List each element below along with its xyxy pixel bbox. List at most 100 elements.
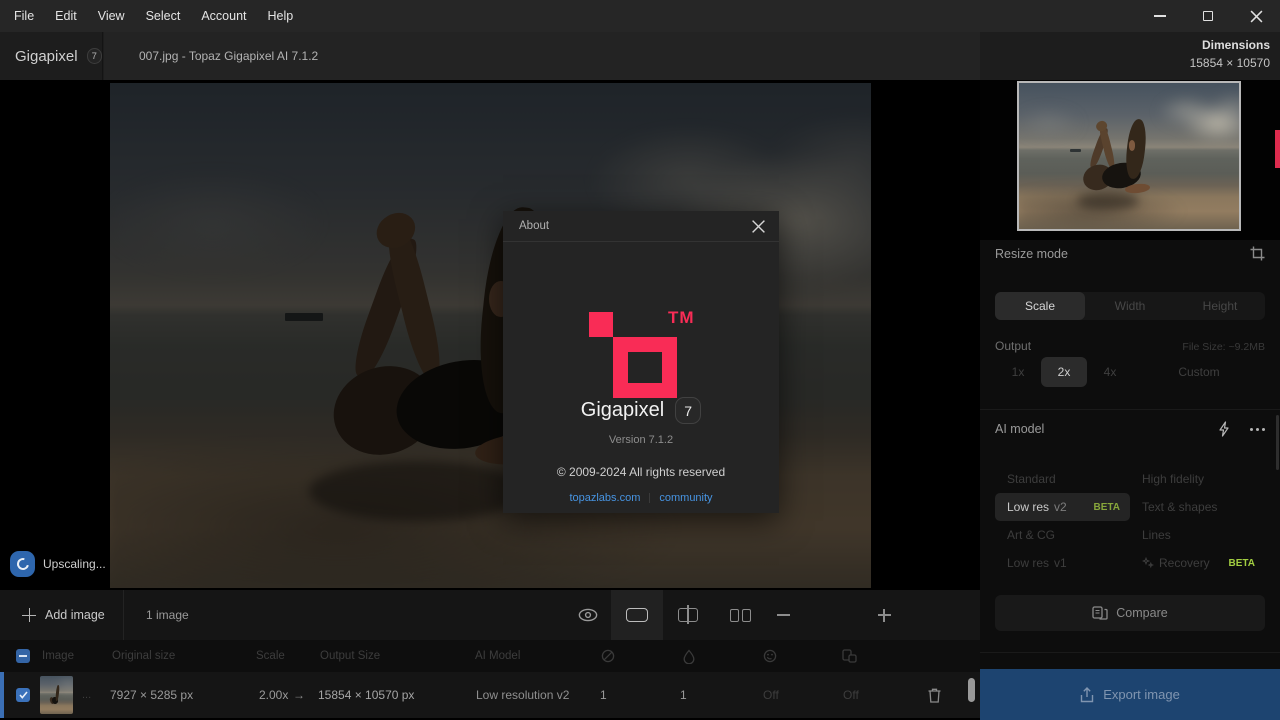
gigapixel-logo: TM <box>503 242 779 402</box>
footer-divider <box>123 590 124 640</box>
document-tab[interactable]: 007.jpg - Topaz Gigapixel AI 7.1.2 <box>104 32 980 80</box>
version-label: Version 7.1.2 <box>503 434 779 446</box>
export-image-button[interactable]: Export image <box>980 669 1280 720</box>
crop-icon[interactable] <box>1250 246 1265 261</box>
ai-model-header: AI model <box>995 421 1265 437</box>
col-original-size: Original size <box>112 640 175 672</box>
menu-account[interactable]: Account <box>199 7 248 25</box>
window-close-icon[interactable] <box>1232 0 1280 32</box>
community-link[interactable]: community <box>659 492 712 504</box>
trash-icon[interactable] <box>927 672 942 718</box>
dialog-links: topazlabs.com community <box>503 492 779 504</box>
scale-2x-button[interactable]: 2x <box>1041 357 1087 387</box>
col-output-size: Output Size <box>320 640 380 672</box>
resize-mode-tabs: Scale Width Height <box>995 292 1265 320</box>
right-sidebar: Resize mode Scale Width Height Output Fi… <box>980 80 1280 720</box>
close-icon[interactable] <box>750 218 766 234</box>
navigator-thumbnail[interactable] <box>1017 81 1241 231</box>
title-bar: Gigapixel 7 007.jpg - Topaz Gigapixel AI… <box>0 32 1280 80</box>
footer-toolbar: Add image 1 image 5% <box>0 590 980 640</box>
row-output-size: 15854 × 10570 px <box>318 672 414 718</box>
sidebar-scrollbar-thumb[interactable] <box>1276 415 1279 470</box>
compare-icon <box>1092 606 1108 620</box>
add-image-button[interactable]: Add image <box>22 590 105 640</box>
window-minimize-icon[interactable] <box>1136 0 1184 32</box>
row-denoise-value: 1 <box>680 672 687 718</box>
export-image-label: Export image <box>1103 687 1180 702</box>
select-all-checkbox[interactable] <box>16 649 30 663</box>
face-recovery-icon <box>763 640 777 672</box>
canvas-workspace: Upscaling... <box>0 80 980 590</box>
image-table-header: Image Original size Scale Output Size AI… <box>0 640 980 672</box>
recovery-sparkle-icon <box>1142 557 1154 569</box>
scale-arrow: → <box>293 672 305 718</box>
menu-help[interactable]: Help <box>266 7 296 25</box>
scale-buttons: 1x 2x 4x Custom <box>995 357 1265 387</box>
link-divider <box>649 493 650 503</box>
model-high-fidelity[interactable]: High fidelity <box>1130 465 1265 493</box>
menu-edit[interactable]: Edit <box>53 7 79 25</box>
zoom-in-button[interactable] <box>877 590 891 640</box>
window-controls <box>1136 0 1280 32</box>
scale-custom-button[interactable]: Custom <box>1133 357 1265 387</box>
menu-file[interactable]: File <box>12 7 36 25</box>
side-by-side-icon <box>730 609 751 622</box>
trademark-label: TM <box>668 308 695 328</box>
beta-badge: BETA <box>1094 502 1120 513</box>
about-dialog-title: About <box>519 220 750 232</box>
model-low-res-v2[interactable]: Low resv2 BETA <box>995 493 1130 521</box>
single-view-button[interactable] <box>611 590 663 640</box>
zoom-out-button[interactable] <box>776 590 790 640</box>
row-checkbox[interactable] <box>16 688 30 702</box>
tab-width[interactable]: Width <box>1085 292 1175 320</box>
menu-select[interactable]: Select <box>144 7 183 25</box>
model-art-cg[interactable]: Art & CG <box>995 521 1130 549</box>
table-scrollbar-thumb[interactable] <box>968 678 975 702</box>
about-dialog: About TM Gigapixel 7 Version 7.1.2 © 200… <box>503 211 779 513</box>
resize-mode-title: Resize mode <box>995 247 1250 261</box>
lightning-icon[interactable] <box>1218 421 1230 437</box>
row-thumbnail <box>40 676 73 714</box>
row-scale: 2.00x <box>259 672 288 718</box>
row-ellipsis: ... <box>82 672 91 718</box>
split-view-icon <box>678 608 698 622</box>
model-recovery[interactable]: Recovery BETA <box>1130 549 1265 577</box>
menu-bar: File Edit View Select Account Help <box>0 0 1280 32</box>
model-text-shapes[interactable]: Text & shapes <box>1130 493 1265 521</box>
more-options-icon[interactable] <box>1250 428 1265 431</box>
topazlabs-link[interactable]: topazlabs.com <box>569 492 640 504</box>
dimensions-panel: Dimensions 15854 × 10570 <box>1190 38 1270 70</box>
scroll-accent-indicator <box>1275 130 1280 168</box>
app-version-badge: 7 <box>87 48 102 64</box>
compare-button[interactable]: Compare <box>995 595 1265 631</box>
gamma-compression-icon <box>842 640 857 672</box>
dimensions-value: 15854 × 10570 <box>1190 56 1270 70</box>
row-original-size: 7927 × 5285 px <box>110 672 193 718</box>
upscaling-status: Upscaling... <box>10 551 106 577</box>
file-size-label: File Size: ~9.2MB <box>1182 341 1265 353</box>
scale-4x-button[interactable]: 4x <box>1087 357 1133 387</box>
ai-model-title: AI model <box>995 422 1218 436</box>
about-dialog-header: About <box>503 211 779 242</box>
col-scale: Scale <box>256 640 285 672</box>
col-image: Image <box>42 640 74 672</box>
preview-eye-button[interactable] <box>577 590 599 640</box>
scale-1x-button[interactable]: 1x <box>995 357 1041 387</box>
tab-scale[interactable]: Scale <box>995 292 1085 320</box>
plus-icon <box>878 609 891 622</box>
model-standard[interactable]: Standard <box>995 465 1130 493</box>
menu-view[interactable]: View <box>96 7 127 25</box>
section-divider <box>980 652 1280 653</box>
progress-chip <box>10 551 35 577</box>
minus-icon <box>777 614 790 616</box>
window-maximize-icon[interactable] <box>1184 0 1232 32</box>
model-low-res-v1[interactable]: Low resv1 <box>995 549 1130 577</box>
upscaling-label: Upscaling... <box>43 557 106 571</box>
image-table-row[interactable]: ... 7927 × 5285 px 2.00x → 15854 × 10570… <box>0 672 980 718</box>
row-selected-indicator <box>0 672 4 718</box>
tab-height[interactable]: Height <box>1175 292 1265 320</box>
row-gamma-value: Off <box>843 672 859 718</box>
model-lines[interactable]: Lines <box>1130 521 1265 549</box>
split-view-button[interactable] <box>677 590 699 640</box>
side-by-side-button[interactable] <box>729 590 751 640</box>
